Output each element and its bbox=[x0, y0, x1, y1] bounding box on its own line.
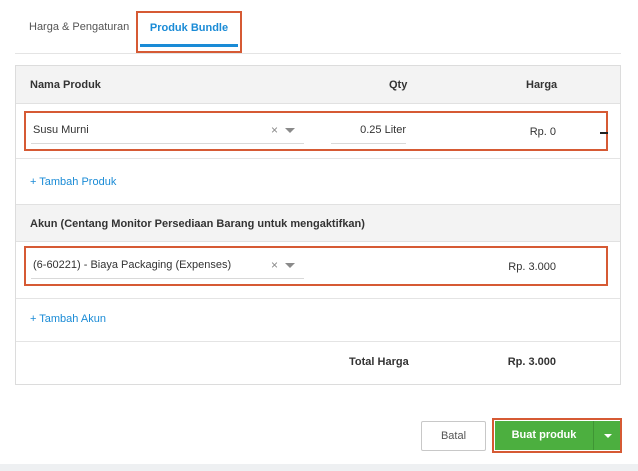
account-price: Rp. 3.000 bbox=[508, 261, 556, 273]
active-tab-indicator bbox=[140, 44, 238, 47]
tab-product-bundle[interactable]: Produk Bundle bbox=[136, 11, 242, 53]
bundle-panel: Nama Produk Qty Harga Susu Murni × 0.25 … bbox=[15, 65, 621, 385]
chevron-down-icon[interactable] bbox=[285, 128, 295, 133]
create-product-button-group: Buat produk bbox=[492, 418, 622, 453]
create-options-dropdown-icon[interactable] bbox=[593, 421, 620, 450]
clear-account-icon[interactable]: × bbox=[271, 253, 278, 277]
remove-product-icon[interactable] bbox=[600, 132, 608, 134]
account-row: (6-60221) - Biaya Packaging (Expenses) ×… bbox=[24, 246, 608, 286]
product-row: Susu Murni × 0.25 Liter Rp. 0 bbox=[24, 111, 608, 151]
tab-bar: Harga & Pengaturan Produk Bundle bbox=[15, 0, 621, 54]
create-product-button[interactable]: Buat produk bbox=[495, 421, 593, 450]
product-table-header: Nama Produk Qty Harga bbox=[16, 66, 620, 104]
row-divider bbox=[16, 341, 620, 342]
total-label: Total Harga bbox=[349, 356, 409, 368]
tab-product-bundle-label: Produk Bundle bbox=[149, 22, 229, 34]
qty-input[interactable]: 0.25 Liter bbox=[331, 118, 406, 144]
chevron-down-icon[interactable] bbox=[285, 263, 295, 268]
cancel-button[interactable]: Batal bbox=[421, 421, 486, 451]
row-divider bbox=[16, 298, 620, 299]
product-select-value: Susu Murni bbox=[33, 124, 89, 136]
total-value: Rp. 3.000 bbox=[507, 356, 556, 368]
column-header-price: Harga bbox=[526, 79, 558, 91]
add-product-link[interactable]: + Tambah Produk bbox=[30, 176, 116, 188]
account-header-label: Akun (Centang Monitor Persediaan Barang … bbox=[30, 218, 365, 230]
account-table-header: Akun (Centang Monitor Persediaan Barang … bbox=[16, 204, 620, 242]
add-account-link[interactable]: + Tambah Akun bbox=[30, 313, 106, 325]
tab-price-settings[interactable]: Harga & Pengaturan bbox=[29, 0, 129, 54]
product-select[interactable]: Susu Murni × bbox=[31, 118, 304, 144]
column-header-qty: Qty bbox=[389, 79, 408, 91]
clear-product-icon[interactable]: × bbox=[271, 118, 278, 142]
row-divider bbox=[16, 158, 620, 159]
account-select[interactable]: (6-60221) - Biaya Packaging (Expenses) × bbox=[31, 253, 304, 279]
footer-bar bbox=[0, 464, 638, 471]
account-select-value: (6-60221) - Biaya Packaging (Expenses) bbox=[33, 259, 232, 271]
column-header-product-name: Nama Produk bbox=[30, 79, 101, 91]
product-price: Rp. 0 bbox=[529, 126, 556, 138]
